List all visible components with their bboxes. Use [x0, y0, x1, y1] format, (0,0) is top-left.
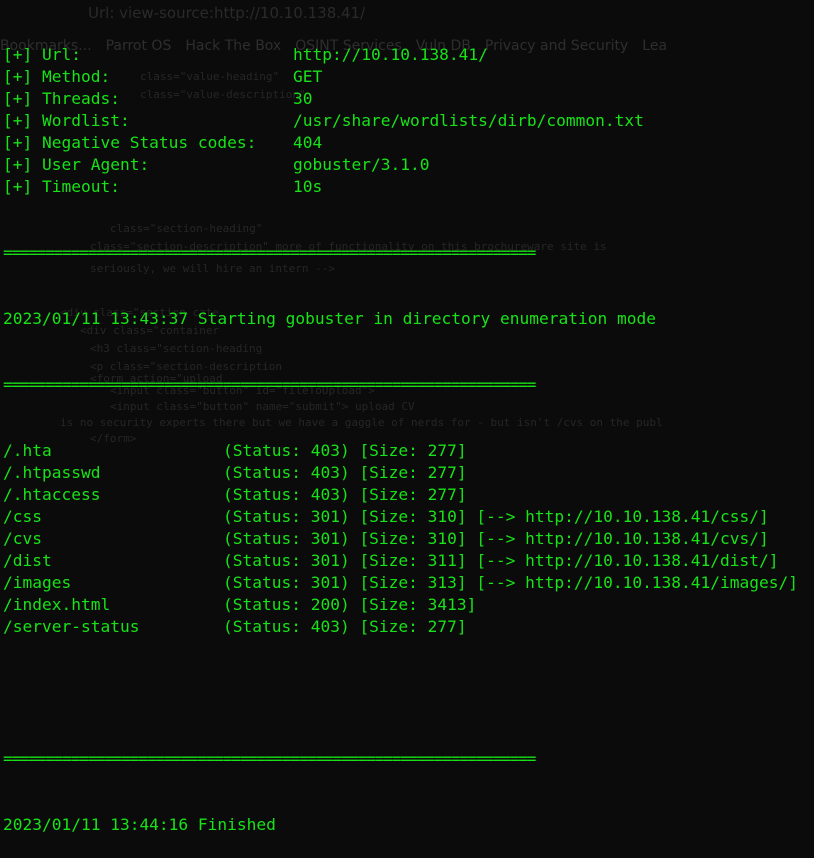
config-row: [+] Method: GET [3, 66, 798, 88]
config-key: [+] User Agent: [3, 155, 150, 174]
terminal-output: [+] Url: http://10.10.138.41/ [+] Method: G… [3, 0, 798, 858]
result-info: (Status: 403) [Size: 277] [223, 485, 467, 504]
result-path: /images [3, 573, 72, 592]
result-row: /.hta (Status: 403) [Size: 277] [3, 440, 798, 462]
config-value: 404 [293, 133, 323, 152]
result-path: /cvs [3, 529, 42, 548]
result-info: (Status: 403) [Size: 277] [223, 463, 467, 482]
result-path: /server-status [3, 617, 140, 636]
result-path: /.htaccess [3, 485, 101, 504]
result-info: (Status: 301) [Size: 310] [--> http://10… [223, 507, 769, 526]
result-info: (Status: 403) [Size: 277] [223, 617, 467, 636]
config-value: gobuster/3.1.0 [293, 155, 430, 174]
gobuster-config: [+] Url: http://10.10.138.41/ [+] Method: G… [3, 44, 798, 198]
result-info: (Status: 301) [Size: 311] [--> http://10… [223, 551, 779, 570]
config-row: [+] Timeout: 10s [3, 176, 798, 198]
result-info: (Status: 200) [Size: 3413] [223, 595, 477, 614]
start-line: 2023/01/11 13:43:37 Starting gobuster in… [3, 309, 656, 328]
config-value: 30 [293, 89, 313, 108]
result-row: /.htpasswd (Status: 403) [Size: 277] [3, 462, 798, 484]
config-value: /usr/share/wordlists/dirb/common.txt [293, 111, 644, 130]
config-key: [+] Timeout: [3, 177, 120, 196]
config-key: [+] Method: [3, 67, 111, 86]
separator-line: ========================================… [3, 375, 536, 394]
result-row: /.htaccess (Status: 403) [Size: 277] [3, 484, 798, 506]
separator-line: ========================================… [3, 749, 536, 768]
result-row: /server-status (Status: 403) [Size: 277] [3, 616, 798, 638]
result-row: /dist (Status: 301) [Size: 311] [--> http… [3, 550, 798, 572]
config-key: [+] Url: [3, 45, 81, 64]
finish-line: 2023/01/11 13:44:16 Finished [3, 815, 276, 834]
config-row: [+] Url: http://10.10.138.41/ [3, 44, 798, 66]
result-path: /dist [3, 551, 52, 570]
config-row: [+] User Agent: gobuster/3.1.0 [3, 154, 798, 176]
config-key: [+] Threads: [3, 89, 120, 108]
separator-line: ========================================… [3, 243, 536, 262]
result-path: /.hta [3, 441, 52, 460]
config-key: [+] Negative Status codes: [3, 133, 257, 152]
config-row: [+] Threads: 30 [3, 88, 798, 110]
result-info: (Status: 403) [Size: 277] [223, 441, 467, 460]
results-list: /.hta (Status: 403) [Size: 277]/.htpasswd… [3, 440, 798, 638]
config-value: GET [293, 67, 323, 86]
result-info: (Status: 301) [Size: 313] [--> http://10… [223, 573, 798, 592]
result-row: /index.html (Status: 200) [Size: 3413] [3, 594, 798, 616]
result-row: /css (Status: 301) [Size: 310] [--> http:… [3, 506, 798, 528]
result-row: /cvs (Status: 301) [Size: 310] [--> http:… [3, 528, 798, 550]
result-path: /index.html [3, 595, 111, 614]
result-row: /images (Status: 301) [Size: 313] [--> ht… [3, 572, 798, 594]
result-path: /.htpasswd [3, 463, 101, 482]
result-info: (Status: 301) [Size: 310] [--> http://10… [223, 529, 769, 548]
config-row: [+] Negative Status codes: 404 [3, 132, 798, 154]
result-path: /css [3, 507, 42, 526]
config-key: [+] Wordlist: [3, 111, 130, 130]
config-value: http://10.10.138.41/ [293, 45, 488, 64]
config-value: 10s [293, 177, 323, 196]
config-row: [+] Wordlist: /usr/share/wordlists/dirb/c… [3, 110, 798, 132]
